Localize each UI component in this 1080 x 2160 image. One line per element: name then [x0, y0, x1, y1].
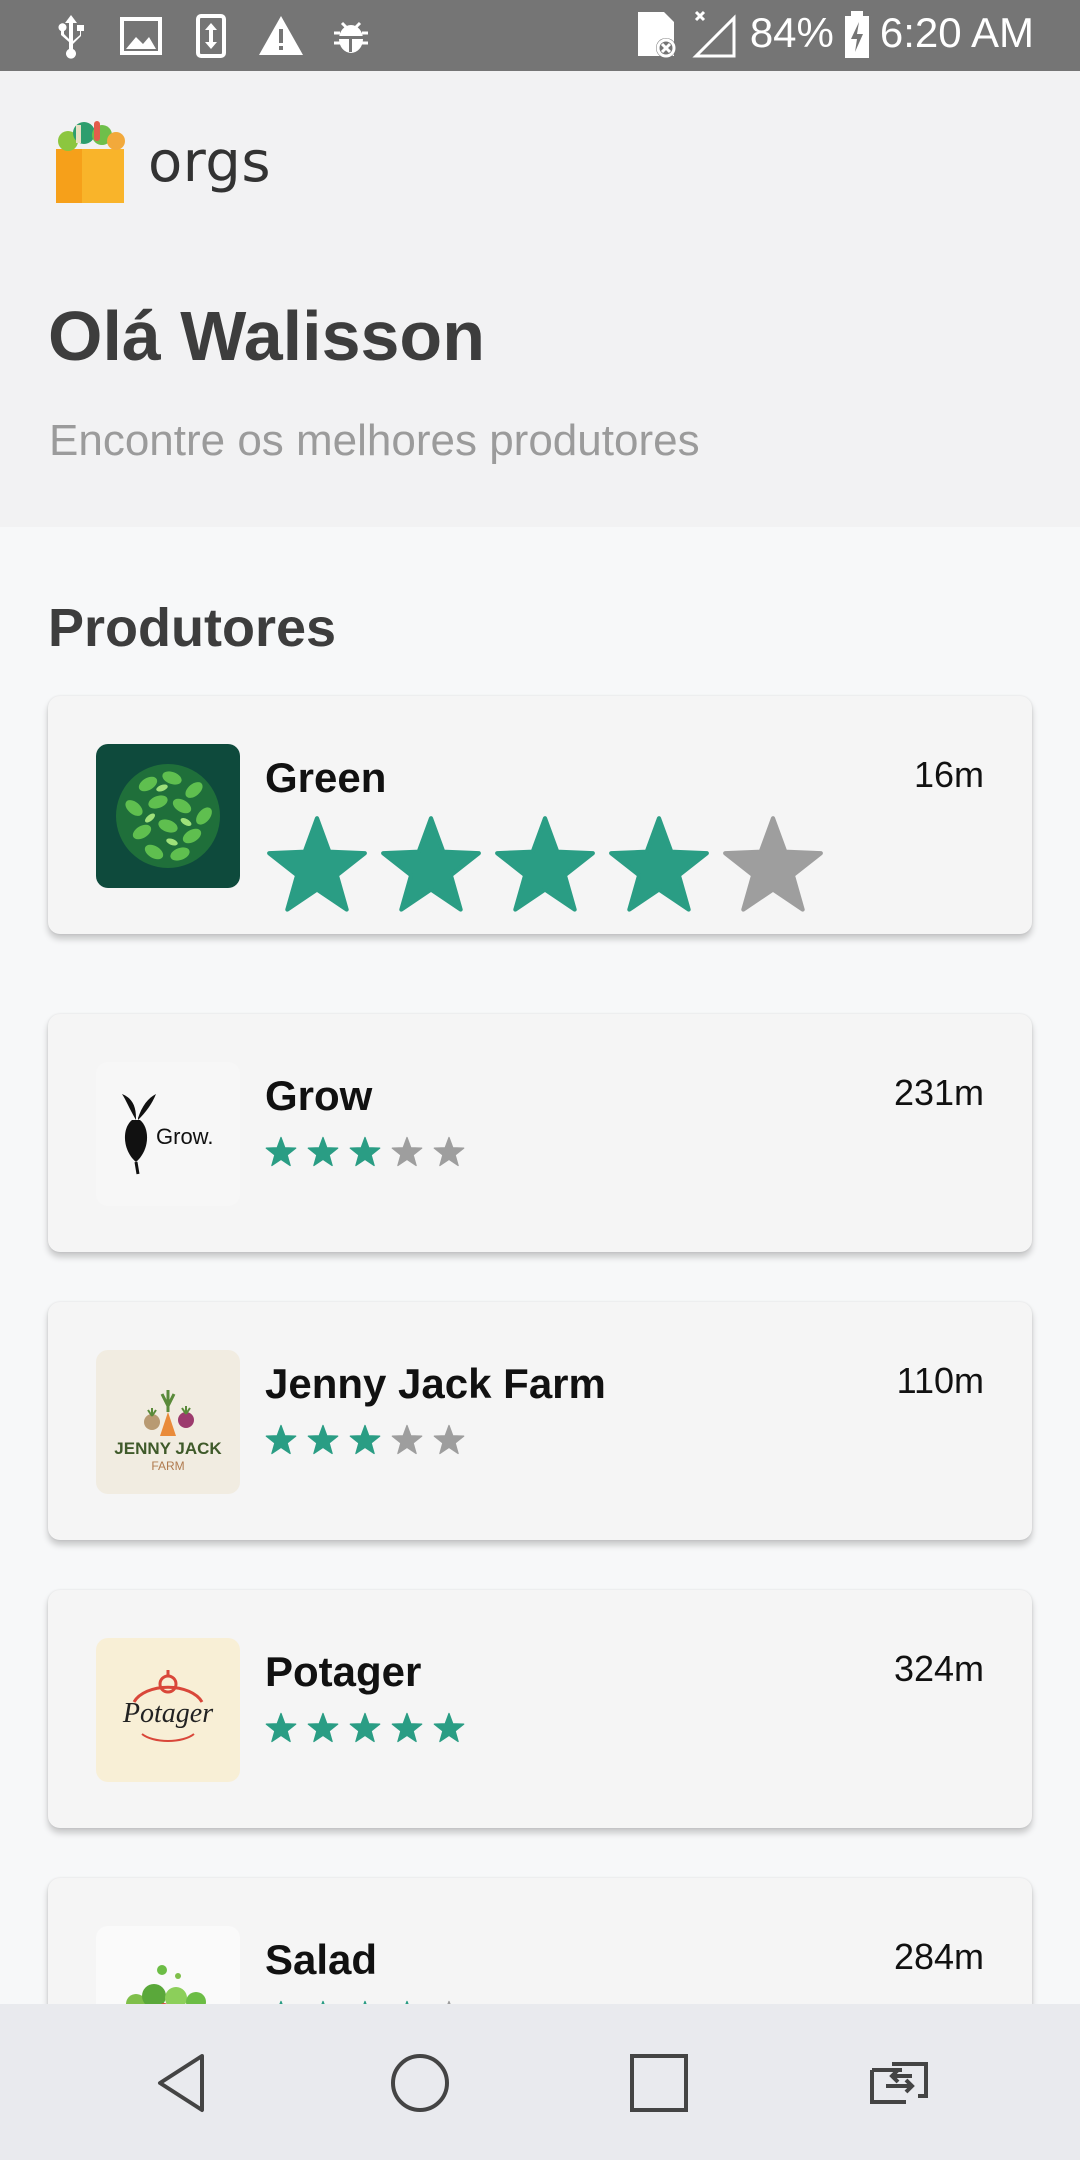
section-title: Produtores — [48, 598, 337, 658]
star-filled-icon — [493, 814, 597, 914]
producer-card[interactable]: Grow. Grow 231m — [48, 1014, 1032, 1252]
warning-icon — [256, 11, 306, 61]
star-filled-icon — [265, 1136, 297, 1167]
star-empty-icon — [391, 1424, 423, 1455]
producer-name: Grow — [265, 1072, 373, 1119]
producer-distance: 16m — [913, 754, 984, 795]
producer-name: Green — [265, 754, 387, 801]
header: orgs Olá Walisson Encontre os melhores p… — [0, 71, 1080, 527]
status-bar: 84% 6:20 AM — [0, 0, 1080, 71]
star-filled-icon — [307, 1712, 339, 1743]
clock: 6:20 AM — [879, 9, 1034, 56]
star-filled-icon — [379, 814, 483, 914]
greeting-subtitle: Encontre os melhores produtores — [49, 416, 700, 465]
status-right: 84% 6:20 AM — [634, 8, 1034, 58]
star-filled-icon — [349, 1712, 381, 1743]
star-filled-icon — [265, 1424, 297, 1455]
status-left-icons — [46, 11, 376, 61]
android-debug-icon — [326, 11, 376, 61]
producers-list[interactable]: Produtores Green 16m Grow. Grow 231m JEN… — [0, 527, 1080, 2004]
screen: 84% 6:20 AM orgs Olá Walisson Encontre o… — [0, 0, 1080, 2160]
star-filled-icon — [607, 814, 711, 914]
svg-text:Potager: Potager — [122, 1698, 213, 1729]
star-filled-icon — [349, 1424, 381, 1455]
greeting-title: Olá Walisson — [48, 297, 485, 375]
star-filled-icon — [349, 1136, 381, 1167]
star-empty-icon — [433, 1424, 465, 1455]
star-filled-icon — [265, 814, 369, 914]
rating-stars — [265, 1424, 465, 1455]
star-filled-icon — [433, 1712, 465, 1743]
star-filled-icon — [265, 1712, 297, 1743]
star-filled-icon — [391, 1712, 423, 1743]
star-filled-icon — [307, 1424, 339, 1455]
back-icon[interactable] — [150, 2050, 216, 2116]
potager-logo: Potager — [96, 1638, 240, 1782]
producer-distance: 284m — [893, 1936, 984, 1977]
app-logo: orgs — [50, 119, 271, 205]
navigation-bar — [0, 2004, 1080, 2160]
producer-card[interactable]: Salad 284m — [48, 1878, 1032, 2004]
producer-distance: 231m — [893, 1072, 984, 1113]
jenny-jack-logo: JENNY JACK FARM — [96, 1350, 240, 1494]
producer-name: Jenny Jack Farm — [265, 1360, 606, 1407]
rating-stars — [265, 814, 825, 914]
salad-logo — [96, 1926, 240, 2004]
image-icon — [116, 11, 166, 61]
producer-card[interactable]: JENNY JACK FARM Jenny Jack Farm 110m — [48, 1302, 1032, 1540]
star-empty-icon — [721, 814, 825, 914]
star-empty-icon — [433, 1136, 465, 1167]
producer-card[interactable]: Green 16m — [48, 696, 1032, 934]
producer-distance: 324m — [893, 1648, 984, 1689]
rating-stars — [265, 1712, 465, 1743]
screen-switch-icon[interactable] — [862, 2050, 936, 2116]
grow-logo: Grow. — [96, 1062, 240, 1206]
home-icon[interactable] — [387, 2050, 453, 2116]
star-empty-icon — [391, 1136, 423, 1167]
no-signal-icon — [692, 8, 742, 58]
producer-distance: 110m — [896, 1360, 984, 1401]
svg-text:FARM: FARM — [151, 1459, 184, 1473]
grocery-bag-icon — [56, 121, 125, 203]
producer-name: Salad — [265, 1936, 378, 1983]
data-transfer-icon — [186, 11, 236, 61]
app-name: orgs — [148, 129, 272, 195]
battery-percent: 84% — [749, 9, 834, 56]
sd-card-error-icon — [634, 8, 684, 58]
star-filled-icon — [307, 1136, 339, 1167]
usb-icon — [46, 11, 96, 61]
producer-name: Potager — [265, 1648, 422, 1695]
green-leaves-logo — [96, 744, 240, 888]
rating-stars — [265, 1136, 465, 1167]
svg-text:JENNY JACK: JENNY JACK — [114, 1439, 222, 1458]
recents-icon[interactable] — [626, 2050, 692, 2116]
producer-card[interactable]: Potager Potager 324m — [48, 1590, 1032, 1828]
grow-logo-text: Grow. — [156, 1124, 213, 1149]
battery-charging-icon — [842, 8, 872, 58]
